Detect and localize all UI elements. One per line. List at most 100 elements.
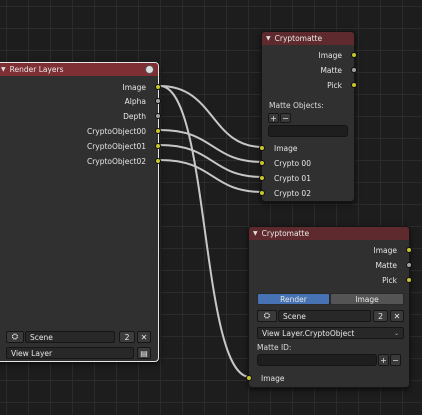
socket-label: Image bbox=[261, 373, 285, 383]
socket-label: Alpha bbox=[124, 96, 146, 106]
scene-icon: ⛭ bbox=[263, 311, 271, 320]
render-layers-title: Render Layers bbox=[9, 65, 64, 74]
scene-unlink-button[interactable]: ✕ bbox=[137, 331, 151, 343]
socket-dot-icon[interactable] bbox=[406, 247, 412, 253]
socket-dot-icon[interactable] bbox=[155, 143, 161, 149]
socket-label: Image bbox=[318, 50, 343, 60]
scene-users-count[interactable]: 2 bbox=[373, 310, 388, 322]
scene-icon: ⛭ bbox=[11, 332, 19, 341]
socket-dot-icon[interactable] bbox=[259, 145, 265, 151]
view-layer-value: View Layer bbox=[11, 348, 53, 358]
collapse-arrow-icon[interactable]: ▼ bbox=[1, 66, 6, 73]
socket-label: Pick bbox=[382, 275, 397, 285]
matte-objects-label: Matte Objects: bbox=[269, 101, 324, 110]
render-layers-header[interactable]: ▼ Render Layers bbox=[0, 63, 158, 76]
scene-users-count[interactable]: 2 bbox=[119, 331, 135, 343]
socket-dot-icon[interactable] bbox=[155, 128, 161, 134]
socket-label: Image bbox=[274, 143, 298, 153]
plus-icon: + bbox=[380, 355, 387, 365]
close-icon: ✕ bbox=[140, 332, 148, 342]
socket-label: Matte bbox=[320, 65, 342, 75]
socket-label: CryptoObject00 bbox=[86, 126, 146, 136]
socket-dot-icon[interactable] bbox=[351, 67, 357, 73]
output-alpha[interactable]: Alpha bbox=[0, 95, 161, 107]
input-crypto-00[interactable]: Crypto 00 bbox=[259, 157, 354, 169]
link-crypto02 bbox=[159, 159, 264, 193]
socket-dot-icon[interactable] bbox=[406, 277, 412, 283]
output-cryptoobject02[interactable]: CryptoObject02 bbox=[0, 155, 161, 167]
input-crypto-02[interactable]: Crypto 02 bbox=[259, 187, 354, 199]
plus-icon: + bbox=[270, 113, 277, 123]
cryptomatte-node-bottom[interactable]: ▼ Cryptomatte Image Matte Pick Render Im… bbox=[246, 226, 412, 388]
render-preview-icon[interactable] bbox=[145, 65, 154, 74]
socket-dot-icon[interactable] bbox=[246, 375, 252, 381]
cryptomatte-bottom-header[interactable]: ▼ Cryptomatte bbox=[249, 227, 409, 240]
cryptomatte-node-top[interactable]: ▼ Cryptomatte Image Matte Pick Matte Obj… bbox=[259, 31, 357, 202]
socket-dot-icon[interactable] bbox=[351, 82, 357, 88]
socket-dot-icon[interactable] bbox=[351, 52, 357, 58]
matte-id-label: Matte ID: bbox=[257, 343, 292, 352]
view-layer-icon-button[interactable]: ▤ bbox=[137, 347, 151, 359]
socket-dot-icon[interactable] bbox=[259, 190, 265, 196]
output-depth[interactable]: Depth bbox=[0, 110, 161, 122]
socket-dot-icon[interactable] bbox=[155, 158, 161, 164]
output-matte[interactable]: Matte bbox=[249, 259, 412, 271]
scene-browse-button[interactable]: ⛭ bbox=[6, 331, 24, 343]
socket-dot-icon[interactable] bbox=[406, 262, 412, 268]
output-image[interactable]: Image bbox=[249, 244, 412, 256]
link-crypto00 bbox=[159, 129, 264, 163]
socket-label: Matte bbox=[375, 260, 397, 270]
socket-label: CryptoObject02 bbox=[86, 156, 146, 166]
matte-id-remove-button[interactable]: − bbox=[390, 354, 401, 366]
scene-browse-button[interactable]: ⛭ bbox=[257, 310, 277, 322]
layer-select[interactable]: View Layer.CryptoObject ⌄ bbox=[257, 327, 404, 339]
users-count-label: 2 bbox=[124, 332, 130, 342]
collapse-arrow-icon[interactable]: ▼ bbox=[253, 230, 258, 237]
cryptomatte-top-header[interactable]: ▼ Cryptomatte bbox=[262, 32, 354, 45]
tab-image-label: Image bbox=[355, 294, 379, 304]
collapse-arrow-icon[interactable]: ▼ bbox=[266, 35, 271, 42]
link-crypto01 bbox=[159, 144, 264, 178]
render-layers-node[interactable]: ▼ Render Layers Image Alpha Depth Crypto… bbox=[0, 62, 161, 362]
output-cryptoobject01[interactable]: CryptoObject01 bbox=[0, 140, 161, 152]
output-matte[interactable]: Matte bbox=[262, 64, 357, 76]
output-cryptoobject00[interactable]: CryptoObject00 bbox=[0, 125, 161, 137]
matte-objects-field[interactable] bbox=[268, 125, 348, 137]
scene-field[interactable]: Scene bbox=[25, 331, 115, 343]
output-image[interactable]: Image bbox=[262, 49, 357, 61]
link-image-to-bottom-image bbox=[159, 85, 251, 378]
layer-select-value: View Layer.CryptoObject bbox=[262, 328, 355, 338]
output-image[interactable]: Image bbox=[0, 81, 161, 93]
socket-dot-icon[interactable] bbox=[155, 113, 161, 119]
cryptomatte-top-title: Cryptomatte bbox=[274, 34, 323, 43]
output-pick[interactable]: Pick bbox=[249, 274, 412, 286]
socket-label: Crypto 00 bbox=[274, 158, 311, 168]
input-image[interactable]: Image bbox=[259, 142, 354, 154]
scene-field[interactable]: Scene bbox=[278, 310, 371, 322]
input-crypto-01[interactable]: Crypto 01 bbox=[259, 172, 354, 184]
matte-id-field[interactable] bbox=[257, 354, 377, 366]
close-icon: ✕ bbox=[393, 311, 401, 321]
tab-image[interactable]: Image bbox=[330, 293, 404, 305]
socket-label: Pick bbox=[327, 80, 342, 90]
matte-remove-button[interactable]: − bbox=[280, 113, 291, 123]
view-layer-select[interactable]: View Layer bbox=[6, 347, 134, 359]
matte-id-add-button[interactable]: + bbox=[378, 354, 389, 366]
socket-dot-icon[interactable] bbox=[259, 175, 265, 181]
matte-add-button[interactable]: + bbox=[268, 113, 279, 123]
socket-dot-icon[interactable] bbox=[155, 84, 161, 90]
scene-name: Scene bbox=[30, 332, 53, 342]
tab-render[interactable]: Render bbox=[257, 293, 330, 305]
scene-unlink-button[interactable]: ✕ bbox=[390, 310, 404, 322]
output-pick[interactable]: Pick bbox=[262, 79, 357, 91]
socket-label: Crypto 01 bbox=[274, 173, 311, 183]
tab-render-label: Render bbox=[280, 294, 307, 304]
socket-dot-icon[interactable] bbox=[259, 160, 265, 166]
socket-dot-icon[interactable] bbox=[155, 98, 161, 104]
socket-label: Image bbox=[122, 82, 147, 92]
socket-label: CryptoObject01 bbox=[86, 141, 146, 151]
users-count-label: 2 bbox=[377, 311, 384, 321]
input-image[interactable]: Image bbox=[246, 372, 409, 384]
chevron-down-icon: ⌄ bbox=[393, 329, 399, 337]
socket-label: Depth bbox=[123, 111, 146, 121]
